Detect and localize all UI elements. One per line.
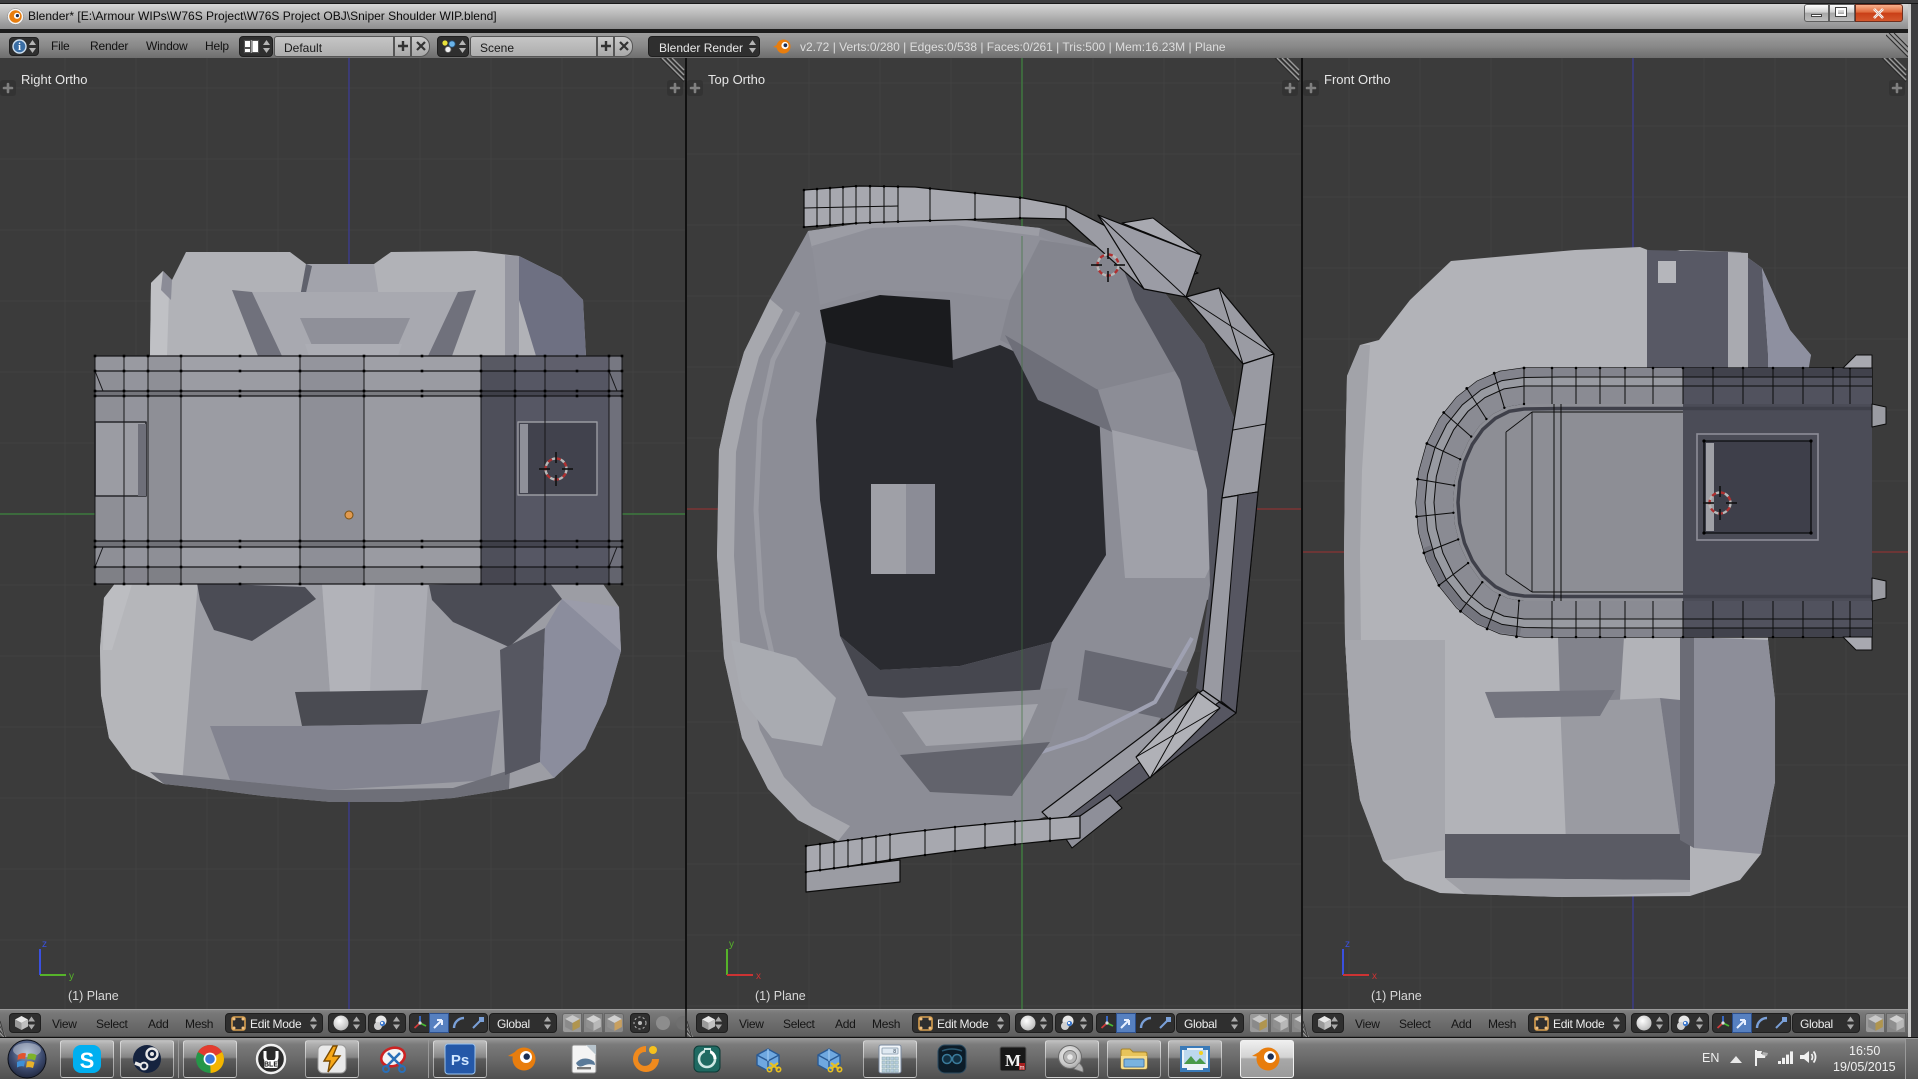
svg-text:Front Ortho: Front Ortho [1324, 72, 1390, 87]
svg-text:Top Ortho: Top Ortho [708, 72, 765, 87]
svg-text:8: 8 [893, 1049, 896, 1055]
svg-text:(1) Plane: (1) Plane [755, 989, 806, 1003]
svg-text:x: x [1372, 971, 1377, 982]
svg-text:Ps: Ps [451, 1052, 469, 1069]
svg-text:m: m [1020, 1066, 1025, 1072]
svg-text:BLE: BLE [264, 1062, 278, 1069]
svg-text:z: z [42, 939, 47, 950]
svg-text:(1) Plane: (1) Plane [68, 989, 119, 1003]
svg-text:Right Ortho: Right Ortho [21, 72, 87, 87]
svg-text:x: x [756, 971, 761, 982]
svg-text:S: S [80, 1048, 95, 1073]
svg-text:i: i [18, 42, 21, 53]
svg-text:y: y [729, 939, 734, 950]
svg-text:z: z [1345, 939, 1350, 950]
svg-text:y: y [69, 971, 74, 982]
svg-text:(1) Plane: (1) Plane [1371, 989, 1422, 1003]
